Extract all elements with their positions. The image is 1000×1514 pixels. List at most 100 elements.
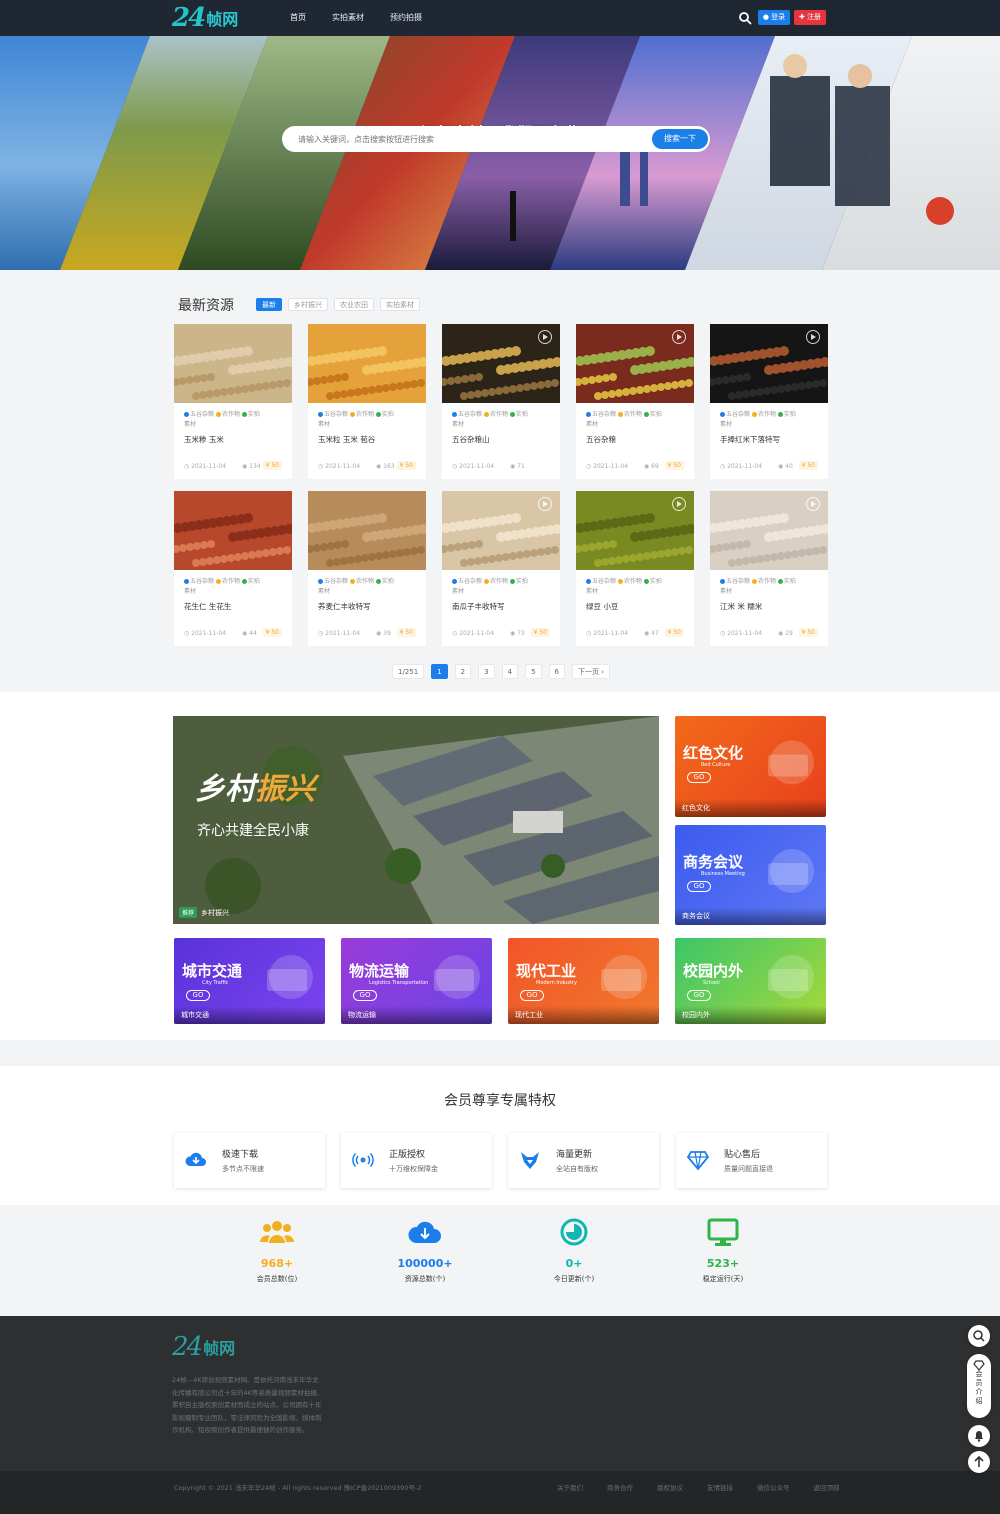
nav-booking[interactable]: 预约拍摄 — [390, 0, 422, 36]
nav-footage[interactable]: 实拍素材 — [332, 0, 364, 36]
page-2[interactable]: 2 — [454, 664, 472, 679]
resource-thumbnail[interactable] — [442, 491, 560, 570]
tile-go-button[interactable]: GO — [687, 881, 711, 892]
tile-go-button[interactable]: GO — [687, 990, 711, 1001]
footer-logo[interactable]: 24 帧网 — [172, 1332, 235, 1362]
resource-card[interactable]: 五谷杂粮 农作物 实拍 素材 花生仁 生花生 ◷ 2021-11-04 ◉ 44 … — [174, 491, 292, 646]
register-button[interactable]: ✚ 注册 — [794, 10, 826, 25]
tile-go-button[interactable]: GO — [687, 772, 711, 783]
play-icon[interactable] — [672, 330, 686, 344]
category-tile[interactable]: 商务会议 Business Meeting GO 商务会议 — [675, 825, 826, 925]
page-3[interactable]: 3 — [478, 664, 495, 679]
side-member-intro-button[interactable]: 会员介绍 — [967, 1354, 991, 1418]
page-1[interactable]: 1 — [431, 664, 448, 679]
filter-farmland[interactable]: 农业农田 — [334, 298, 374, 311]
resource-thumbnail[interactable] — [308, 491, 426, 570]
category-tile[interactable]: 校园内外 School GO 校园内外 — [675, 938, 826, 1024]
resource-card[interactable]: 五谷杂粮 农作物 实拍 素材 五谷杂粮 ◷ 2021-11-04 ◉ 69 ¥ 5… — [576, 324, 694, 479]
tag-grains[interactable]: 五谷杂粮 — [184, 578, 214, 585]
footer-link-about[interactable]: 关于我们 — [557, 1482, 583, 1492]
category-tile[interactable]: 红色文化 Red Culture GO 红色文化 — [675, 716, 826, 817]
tag-grains[interactable]: 五谷杂粮 — [452, 411, 482, 418]
tag-grains[interactable]: 五谷杂粮 — [452, 578, 482, 585]
tile-go-button[interactable]: GO — [353, 990, 377, 1001]
tag-grains[interactable]: 五谷杂粮 — [184, 411, 214, 418]
page-6[interactable]: 6 — [548, 664, 565, 679]
tag-crops[interactable]: 农作物 — [215, 411, 240, 418]
tag-crops[interactable]: 农作物 — [483, 411, 508, 418]
hero-search-input[interactable] — [298, 126, 638, 152]
rural-revitalization-banner[interactable]: 乡村振兴 齐心共建全民小康 推荐 乡村振兴 — [173, 716, 659, 924]
footer-link-friends[interactable]: 友情链接 — [707, 1482, 733, 1492]
side-search-button[interactable] — [968, 1325, 990, 1347]
tag-crops[interactable]: 农作物 — [483, 578, 508, 585]
footer-link-copyright[interactable]: 版权协议 — [657, 1482, 683, 1492]
tag-crops[interactable]: 农作物 — [349, 411, 374, 418]
tag-grains[interactable]: 五谷杂粮 — [586, 411, 616, 418]
tag-crops[interactable]: 农作物 — [349, 578, 374, 585]
resource-name[interactable]: 五谷杂粮山 — [452, 434, 490, 445]
play-icon[interactable] — [806, 330, 820, 344]
resource-card[interactable]: 五谷杂粮 农作物 实拍 素材 五谷杂粮山 ◷ 2021-11-04 ◉ 71 — [442, 324, 560, 479]
resource-thumbnail[interactable] — [576, 491, 694, 570]
category-tile[interactable]: 现代工业 Modern Industry GO 现代工业 — [508, 938, 659, 1024]
tag-crops[interactable]: 农作物 — [617, 411, 642, 418]
tag-grains[interactable]: 五谷杂粮 — [720, 411, 750, 418]
resource-name[interactable]: 荞麦仁丰收特写 — [318, 601, 371, 612]
footer-link-top[interactable]: 返回顶部 — [814, 1482, 840, 1492]
login-button[interactable]: ● 登录 — [758, 10, 790, 25]
tag-grains[interactable]: 五谷杂粮 — [720, 578, 750, 585]
play-icon[interactable] — [538, 330, 552, 344]
filter-rural[interactable]: 乡村振兴 — [288, 298, 328, 311]
footer-link-wechat[interactable]: 微信公众号 — [757, 1482, 790, 1492]
tag-crops[interactable]: 农作物 — [751, 578, 776, 585]
resource-card[interactable]: 五谷杂粮 农作物 实拍 素材 手捧红米下落特写 ◷ 2021-11-04 ◉ 40… — [710, 324, 828, 479]
resource-card[interactable]: 五谷杂粮 农作物 实拍 素材 绿豆 小豆 ◷ 2021-11-04 ◉ 47 ¥ … — [576, 491, 694, 646]
play-icon[interactable] — [806, 497, 820, 511]
resource-name[interactable]: 五谷杂粮 — [586, 434, 616, 445]
next-page[interactable]: 下一页 › — [572, 664, 611, 679]
hero-search-button[interactable]: 搜索一下 — [652, 129, 708, 149]
resource-thumbnail[interactable] — [710, 491, 828, 570]
resource-name[interactable]: 花生仁 生花生 — [184, 601, 231, 612]
filter-latest[interactable]: 最新 — [256, 298, 282, 311]
resource-card[interactable]: 五谷杂粮 农作物 实拍 素材 玉米糁 玉米 ◷ 2021-11-04 ◉ 134 … — [174, 324, 292, 479]
resource-name[interactable]: 南瓜子丰收特写 — [452, 601, 505, 612]
category-tile[interactable]: 城市交通 City Traffic GO 城市交通 — [174, 938, 325, 1024]
tag-crops[interactable]: 农作物 — [215, 578, 240, 585]
tag-grains[interactable]: 五谷杂粮 — [318, 578, 348, 585]
page-5[interactable]: 5 — [525, 664, 542, 679]
play-icon[interactable] — [672, 497, 686, 511]
tag-crops[interactable]: 农作物 — [751, 411, 776, 418]
resource-card[interactable]: 五谷杂粮 农作物 实拍 素材 荞麦仁丰收特写 ◷ 2021-11-04 ◉ 39 … — [308, 491, 426, 646]
tile-go-button[interactable]: GO — [520, 990, 544, 1001]
category-tile[interactable]: 物流运输 Logistics Transportation GO 物流运输 — [341, 938, 492, 1024]
tag-grains[interactable]: 五谷杂粮 — [586, 578, 616, 585]
resource-card[interactable]: 五谷杂粮 农作物 实拍 素材 玉米粒 玉米 苞谷 ◷ 2021-11-04 ◉ 1… — [308, 324, 426, 479]
tile-go-button[interactable]: GO — [186, 990, 210, 1001]
resource-name[interactable]: 玉米糁 玉米 — [184, 434, 224, 445]
footer-link-business[interactable]: 商务合作 — [607, 1482, 633, 1492]
resource-thumbnail[interactable] — [174, 491, 292, 570]
resource-thumbnail[interactable] — [576, 324, 694, 403]
site-logo[interactable]: 24 帧网 — [172, 3, 238, 33]
page-4[interactable]: 4 — [501, 664, 519, 679]
tag-grains[interactable]: 五谷杂粮 — [318, 411, 348, 418]
resource-name[interactable]: 绿豆 小豆 — [586, 601, 618, 612]
resource-name[interactable]: 手捧红米下落特写 — [720, 434, 780, 445]
resource-thumbnail[interactable] — [308, 324, 426, 403]
resource-card[interactable]: 五谷杂粮 农作物 实拍 素材 南瓜子丰收特写 ◷ 2021-11-04 ◉ 73 … — [442, 491, 560, 646]
side-back-to-top-button[interactable] — [968, 1451, 990, 1473]
resource-name[interactable]: 玉米粒 玉米 苞谷 — [318, 434, 375, 445]
tag-crops[interactable]: 农作物 — [617, 578, 642, 585]
play-icon[interactable] — [538, 497, 552, 511]
filter-footage[interactable]: 实拍素材 — [380, 298, 420, 311]
nav-home[interactable]: 首页 — [290, 0, 306, 36]
side-notify-button[interactable] — [968, 1425, 990, 1447]
resource-thumbnail[interactable] — [710, 324, 828, 403]
resource-name[interactable]: 江米 米 糯米 — [720, 601, 762, 612]
resource-thumbnail[interactable] — [174, 324, 292, 403]
resource-thumbnail[interactable] — [442, 324, 560, 403]
resource-card[interactable]: 五谷杂粮 农作物 实拍 素材 江米 米 糯米 ◷ 2021-11-04 ◉ 29 … — [710, 491, 828, 646]
search-icon[interactable] — [738, 11, 752, 25]
